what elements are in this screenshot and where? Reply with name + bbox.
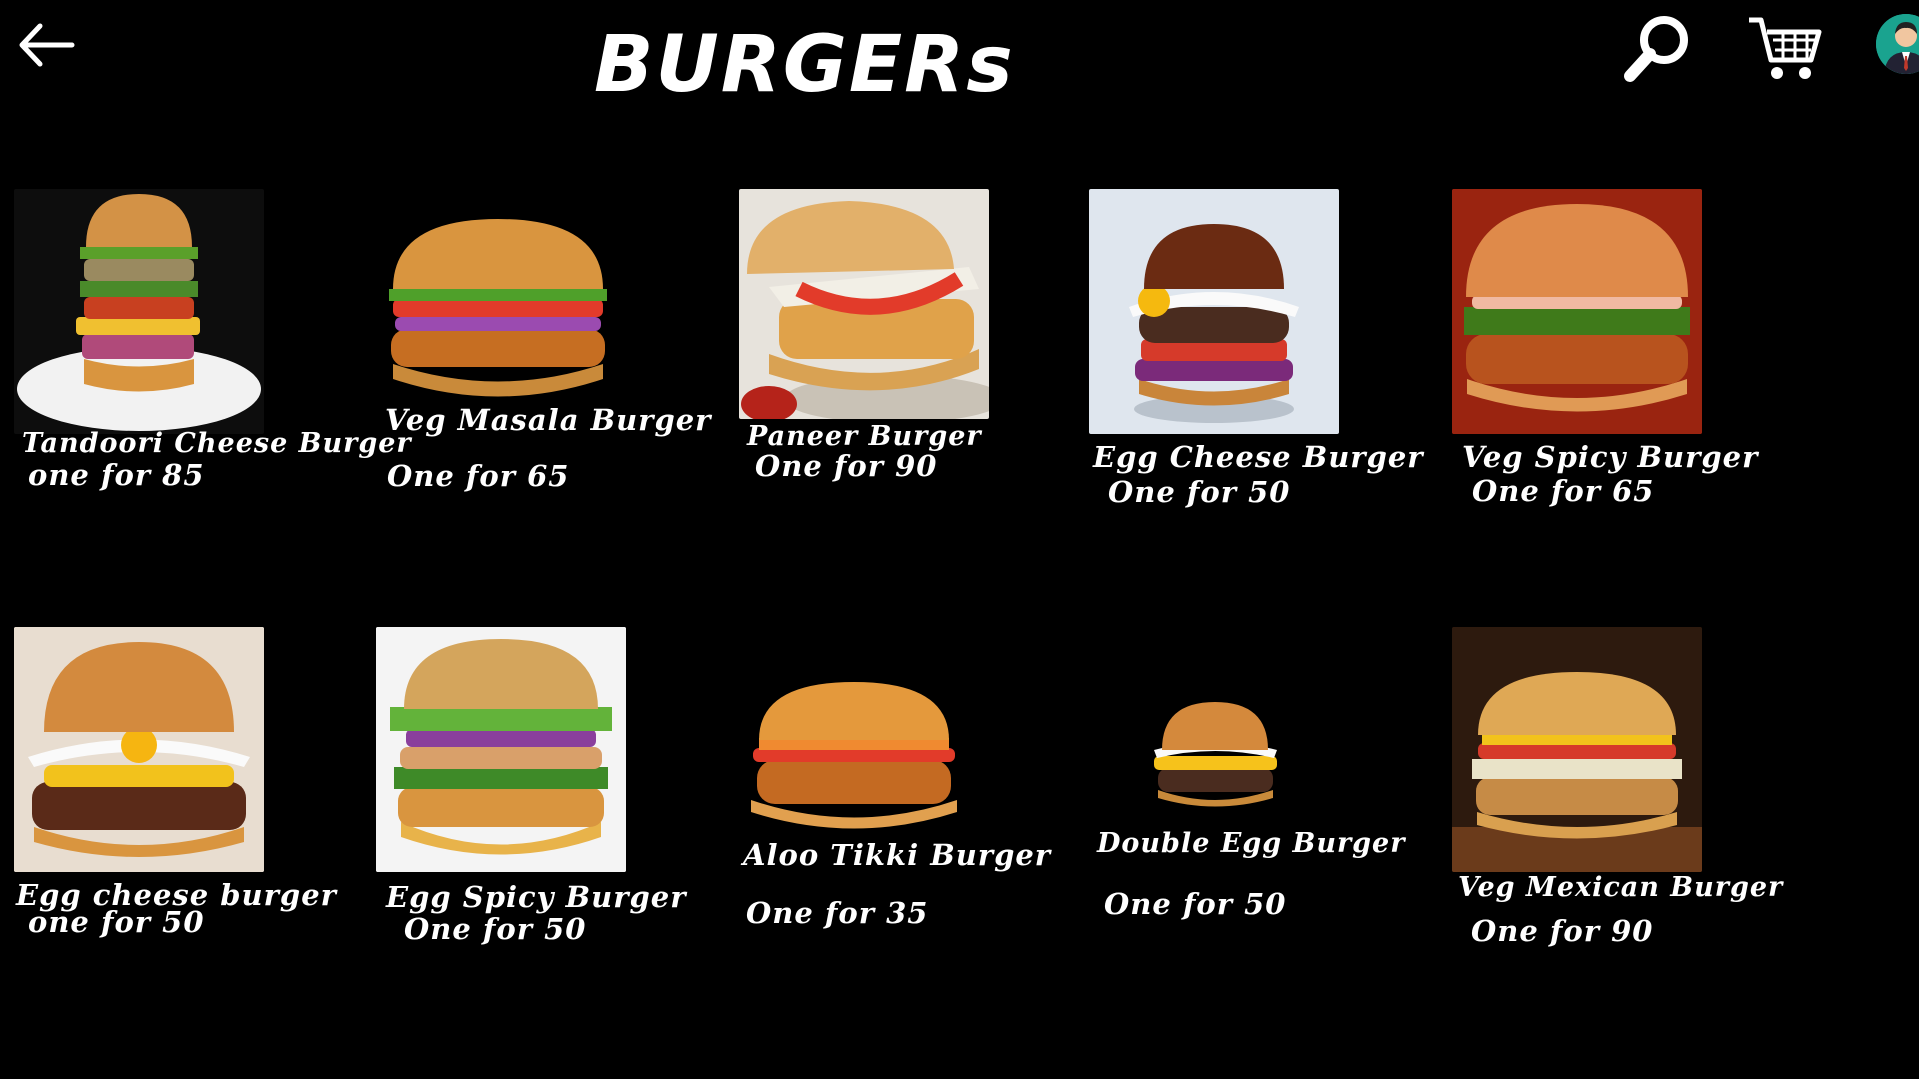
egg-cheese-burger-image — [1089, 189, 1339, 434]
aloo-tikki-burger-image — [739, 660, 969, 840]
back-button[interactable] — [10, 10, 80, 80]
product-price: One for 50 — [1104, 887, 1287, 921]
product-price: One for 50 — [404, 912, 587, 946]
product-name: Egg Cheese Burger — [1093, 440, 1424, 474]
egg-cheese-burger-2-image — [14, 627, 264, 872]
product-name: Veg Masala Burger — [385, 403, 712, 437]
product-price: one for 85 — [28, 458, 205, 492]
veg-masala-burger-image — [373, 189, 623, 434]
product-name: Veg Mexican Burger — [1458, 872, 1784, 903]
product-price: One for 65 — [387, 459, 570, 493]
product-price: One for 65 — [1472, 474, 1655, 508]
top-bar: BURGERs — [0, 0, 1919, 110]
product-name: Veg Spicy Burger — [1462, 440, 1759, 474]
product-name: Double Egg Burger — [1097, 828, 1406, 859]
egg-spicy-burger-image — [376, 627, 626, 872]
product-price: One for 90 — [755, 449, 938, 483]
double-egg-burger-image — [1148, 690, 1283, 815]
veg-spicy-burger-image — [1452, 189, 1702, 434]
cart-button[interactable] — [1745, 10, 1825, 86]
page-title: BURGERs — [594, 20, 1015, 110]
product-price: one for 50 — [28, 905, 205, 939]
cart-icon — [1749, 17, 1822, 79]
user-avatar[interactable] — [1876, 14, 1919, 74]
search-icon — [1624, 16, 1688, 82]
tandoori-cheese-burger-image — [14, 189, 264, 434]
product-name: Tandoori Cheese Burger — [22, 428, 412, 459]
user-avatar-icon — [1876, 14, 1919, 74]
product-price: One for 50 — [1108, 475, 1291, 509]
product-price: One for 90 — [1471, 914, 1654, 948]
product-name: Paneer Burger — [747, 421, 982, 452]
paneer-burger-image — [739, 189, 989, 419]
veg-mexican-burger-image — [1452, 627, 1702, 872]
product-name: Egg Spicy Burger — [386, 880, 687, 914]
search-button[interactable] — [1620, 10, 1696, 86]
product-price: One for 35 — [746, 896, 929, 930]
product-name: Aloo Tikki Burger — [743, 838, 1052, 872]
arrow-left-icon — [19, 23, 75, 67]
